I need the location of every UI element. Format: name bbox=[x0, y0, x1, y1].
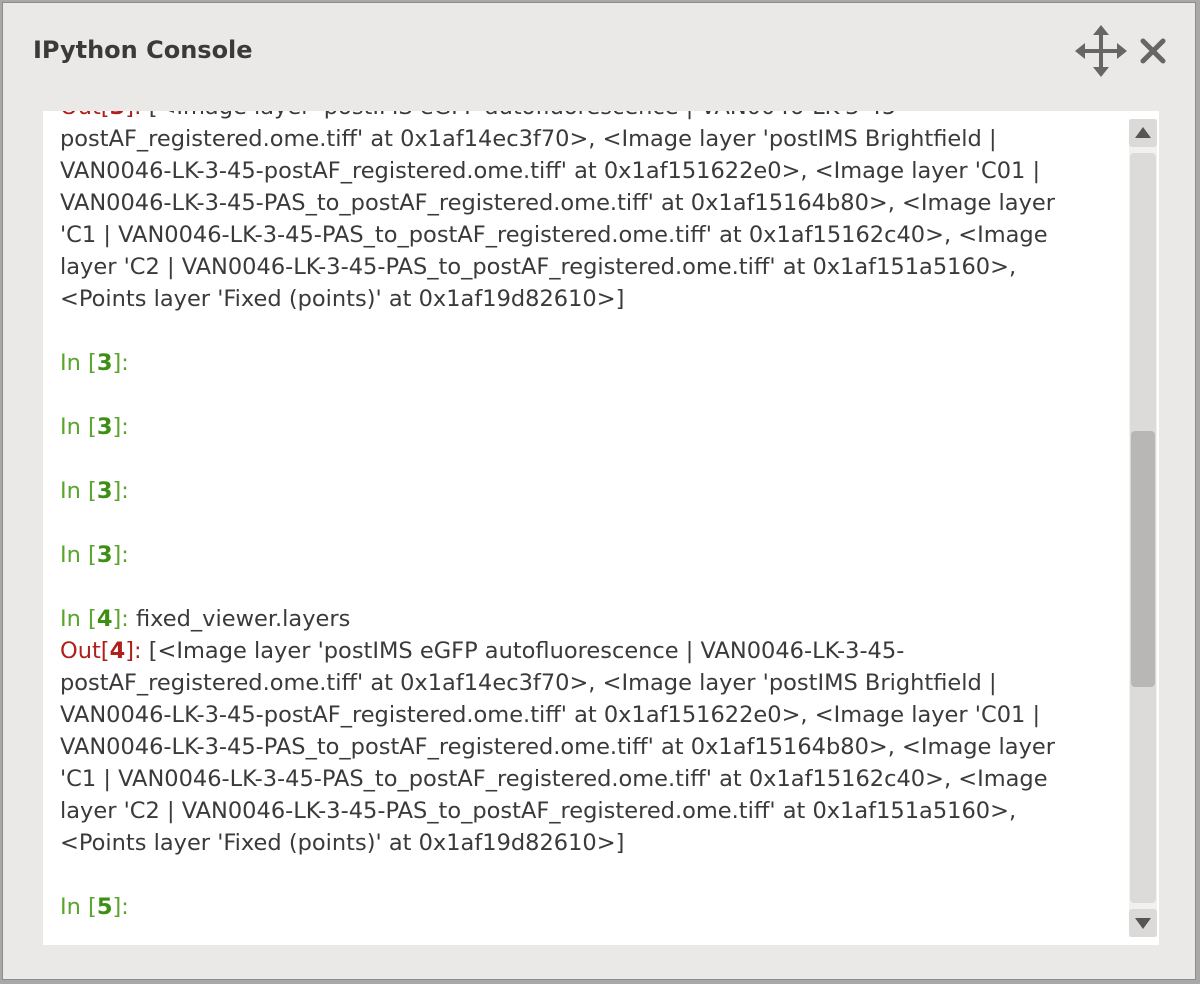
console-line: postAF_registered.ome.tiff' at 0x1af14ec… bbox=[60, 126, 997, 152]
ipython-console-window: IPython Console Out[3]: [<Image layer 'p… bbox=[2, 2, 1196, 980]
console-line: VAN0046-LK-3-45-PAS_to_postAF_registered… bbox=[60, 734, 1055, 760]
arrow-down-icon bbox=[1135, 918, 1151, 929]
in-prompt-line: In [3]: bbox=[60, 475, 1120, 507]
window-title: IPython Console bbox=[33, 36, 253, 64]
scroll-thumb[interactable] bbox=[1131, 431, 1155, 687]
console-line: VAN0046-LK-3-45-postAF_registered.ome.ti… bbox=[60, 702, 1041, 728]
out-prompt: Out[4]: bbox=[60, 638, 142, 664]
in-prompt-line: In [3]: bbox=[60, 347, 1120, 379]
close-icon[interactable] bbox=[1139, 37, 1167, 65]
console-line: 'C1 | VAN0046-LK-3-45-PAS_to_postAF_regi… bbox=[60, 766, 1048, 792]
move-icon[interactable] bbox=[1075, 25, 1127, 77]
console-line: VAN0046-LK-3-45-PAS_to_postAF_registered… bbox=[60, 190, 1055, 216]
out-text: [<Image layer 'postIMS eGFP autofluoresc… bbox=[142, 111, 905, 120]
in-prompt: In [3]: bbox=[60, 542, 129, 568]
console-line: Out[3]: [<Image layer 'postIMS eGFP auto… bbox=[60, 111, 1120, 123]
arrow-up-icon bbox=[1135, 127, 1151, 138]
in-prompt: In [3]: bbox=[60, 414, 129, 440]
vertical-scrollbar[interactable] bbox=[1129, 119, 1157, 937]
in-prompt-line[interactable]: In [5]: bbox=[60, 891, 1120, 923]
console-line: VAN0046-LK-3-45-postAF_registered.ome.ti… bbox=[60, 158, 1041, 184]
console-line: layer 'C2 | VAN0046-LK-3-45-PAS_to_postA… bbox=[60, 254, 1017, 280]
in-prompt-line: In [4]: fixed_viewer.layers bbox=[60, 603, 1120, 635]
in-prompt: In [3]: bbox=[60, 478, 129, 504]
out-text: [<Image layer 'postIMS eGFP autofluoresc… bbox=[141, 638, 905, 664]
console-line: postAF_registered.ome.tiff' at 0x1af14ec… bbox=[60, 670, 997, 696]
scroll-track[interactable] bbox=[1130, 153, 1156, 903]
in-prompt-line: In [3]: bbox=[60, 411, 1120, 443]
scroll-down-button[interactable] bbox=[1129, 909, 1157, 937]
console-output-area[interactable]: Out[3]: [<Image layer 'postIMS eGFP auto… bbox=[43, 111, 1159, 945]
in-prompt: In [4]: bbox=[60, 606, 129, 632]
title-bar[interactable]: IPython Console bbox=[3, 3, 1195, 103]
in-prompt: In [5]: bbox=[60, 894, 129, 920]
console-line: <Points layer 'Fixed (points)' at 0x1af1… bbox=[60, 830, 625, 856]
in-prompt: In [3]: bbox=[60, 350, 129, 376]
out-prompt-line: Out[4]: [<Image layer 'postIMS eGFP auto… bbox=[60, 635, 1120, 667]
input-code: fixed_viewer.layers bbox=[128, 606, 351, 632]
console-line: layer 'C2 | VAN0046-LK-3-45-PAS_to_postA… bbox=[60, 798, 1017, 824]
out-prompt: Out[3]: bbox=[60, 111, 142, 120]
console-content: Out[3]: [<Image layer 'postIMS eGFP auto… bbox=[60, 111, 1120, 923]
scroll-up-button[interactable] bbox=[1129, 119, 1157, 147]
in-prompt-line: In [3]: bbox=[60, 539, 1120, 571]
console-line: <Points layer 'Fixed (points)' at 0x1af1… bbox=[60, 286, 625, 312]
console-line: 'C1 | VAN0046-LK-3-45-PAS_to_postAF_regi… bbox=[60, 222, 1048, 248]
